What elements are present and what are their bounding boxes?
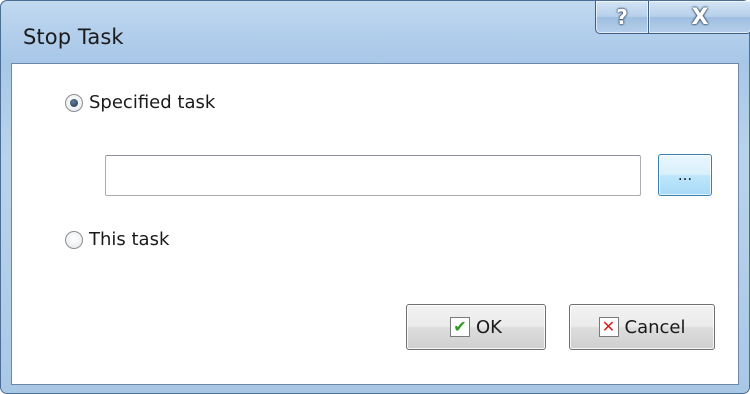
help-icon: ? [616,5,628,29]
help-button[interactable]: ? [595,1,649,34]
check-icon: ✔ [450,317,470,337]
radio-selected-dot [70,98,78,107]
specified-task-option[interactable]: Specified task [65,92,215,113]
this-task-option[interactable]: This task [65,229,169,250]
window-title: Stop Task [23,25,124,49]
ellipsis-icon: ... [677,166,693,184]
this-task-label: This task [89,229,170,250]
specified-task-radio[interactable] [65,93,83,112]
cancel-button-label: Cancel [624,316,686,338]
title-bar: Stop Task ? X [1,1,750,63]
browse-button[interactable]: ... [658,154,712,196]
stop-task-dialog: Stop Task ? X Specified task ... This ta… [0,0,750,394]
dialog-body: Specified task ... This task ✔ OK ✕ Canc… [11,63,739,385]
cancel-button[interactable]: ✕ Cancel [569,304,715,350]
specified-task-label: Specified task [89,92,216,113]
close-icon: X [691,4,709,30]
task-name-input[interactable] [105,155,641,196]
this-task-radio[interactable] [65,230,83,249]
caption-buttons: ? X [595,1,750,34]
x-icon: ✕ [598,317,619,337]
ok-button[interactable]: ✔ OK [406,304,546,350]
ok-button-label: OK [476,316,502,338]
close-button[interactable]: X [649,1,750,34]
